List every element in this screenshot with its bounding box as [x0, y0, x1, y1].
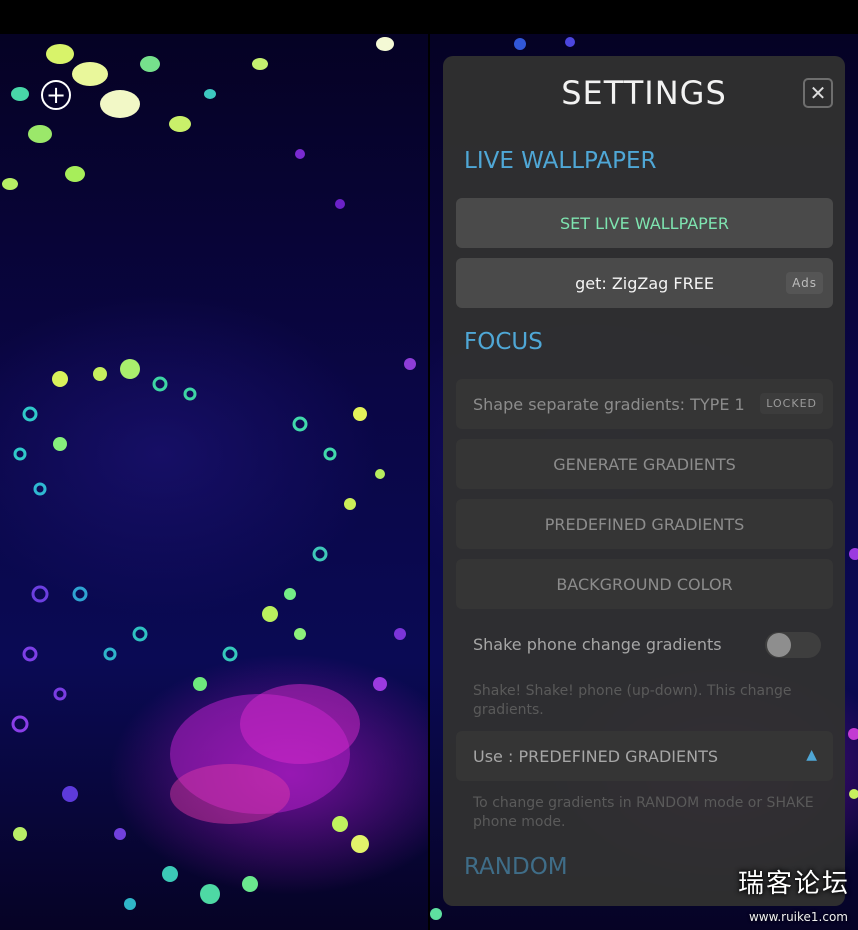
shake-hint-text: Shake! Shake! phone (up-down). This chan…: [473, 683, 792, 718]
section-title-live-wallpaper: LIVE WALLPAPER: [464, 148, 657, 174]
settings-title: SETTINGS: [561, 74, 727, 112]
shape-gradients-row[interactable]: Shape separate gradients: TYPE 1 LOCKED: [456, 379, 833, 429]
wallpaper-background: [0, 34, 428, 930]
set-live-wallpaper-label: SET LIVE WALLPAPER: [559, 213, 730, 233]
get-zigzag-button[interactable]: get: ZigZag FREE Ads: [456, 258, 833, 308]
predefined-gradients-button[interactable]: PREDEFINED GRADIENTS: [456, 499, 833, 549]
add-icon[interactable]: +: [41, 80, 71, 110]
locked-badge: LOCKED: [760, 393, 823, 414]
toggle-knob: [767, 633, 791, 657]
section-title-focus: FOCUS: [464, 329, 543, 355]
wallpaper-preview-screen: +: [0, 0, 428, 930]
particles-ring: [11, 359, 385, 733]
generate-gradients-button[interactable]: GENERATE GRADIENTS: [456, 439, 833, 489]
use-gradients-select[interactable]: Use : PREDEFINED GRADIENTS ▲: [456, 731, 833, 781]
set-live-wallpaper-button[interactable]: SET LIVE WALLPAPER: [456, 198, 833, 248]
triangle-up-icon: ▲: [806, 747, 817, 763]
predefined-gradients-label: PREDEFINED GRADIENTS: [544, 514, 745, 534]
shake-phone-toggle[interactable]: [765, 632, 821, 658]
watermark-text: 瑞客论坛: [737, 869, 850, 899]
shake-phone-label: Shake phone change gradients: [473, 634, 722, 654]
watermark-url: www.ruike1.com: [748, 910, 848, 924]
shake-phone-row: Shake phone change gradients: [456, 619, 833, 669]
particles-bottom-cloud: [13, 358, 416, 910]
use-gradients-value: Use : PREDEFINED GRADIENTS: [473, 746, 719, 766]
ads-badge: Ads: [786, 272, 823, 294]
settings-screen: SETTINGS ✕ LIVE WALLPAPER SET LIVE WALLP…: [430, 0, 858, 930]
status-bar: [0, 0, 428, 34]
close-icon[interactable]: ✕: [803, 78, 833, 108]
shape-gradients-label: Shape separate gradients: TYPE 1: [473, 394, 745, 414]
particles-top: [2, 37, 394, 209]
settings-panel: SETTINGS ✕ LIVE WALLPAPER SET LIVE WALLP…: [443, 56, 845, 906]
section-title-random: RANDOM: [464, 854, 568, 880]
background-color-label: BACKGROUND COLOR: [556, 574, 733, 594]
particle-art: [2, 37, 416, 910]
get-zigzag-label: get: ZigZag FREE: [575, 273, 714, 293]
status-bar: [430, 0, 858, 34]
generate-gradients-label: GENERATE GRADIENTS: [553, 454, 736, 474]
background-color-button[interactable]: BACKGROUND COLOR: [456, 559, 833, 609]
use-hint-text: To change gradients in RANDOM mode or SH…: [473, 795, 814, 830]
